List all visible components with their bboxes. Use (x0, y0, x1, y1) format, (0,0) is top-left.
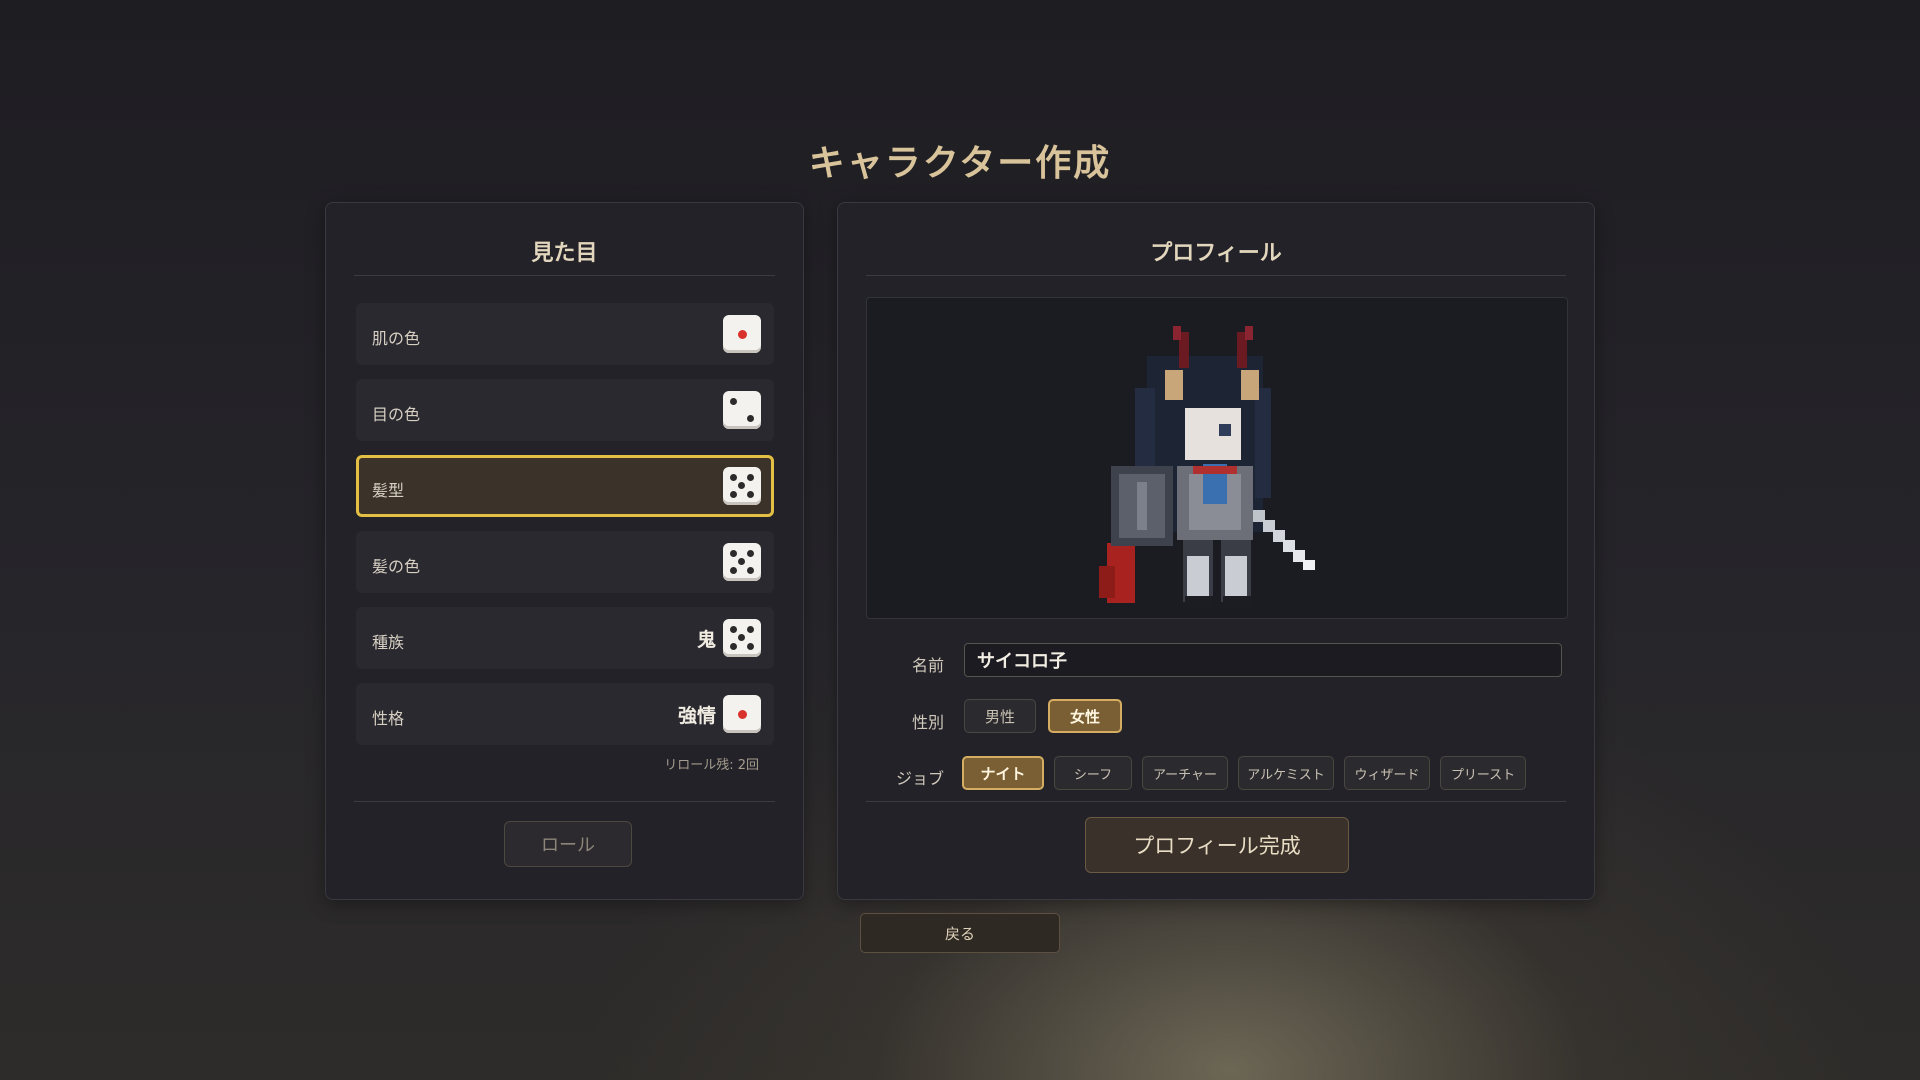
dice-icon[interactable] (723, 543, 761, 581)
row-value: 鬼 (696, 629, 716, 651)
roll-button[interactable]: ロール (504, 821, 632, 867)
dice-icon[interactable] (723, 391, 761, 429)
row-label: 性格 (372, 709, 405, 728)
name-input[interactable] (964, 643, 1562, 677)
dice-icon[interactable] (723, 315, 761, 353)
page-title: キャラクター作成 (808, 143, 1112, 184)
divider (866, 801, 1566, 802)
character-preview (866, 297, 1568, 619)
character-sprite (1099, 326, 1315, 608)
row-label: 肌の色 (372, 329, 421, 348)
job-option-wizard[interactable]: ウィザード (1344, 756, 1430, 790)
dice-icon[interactable] (723, 467, 761, 505)
job-option-archer[interactable]: アーチャー (1142, 756, 1228, 790)
row-label: 髪の色 (372, 557, 421, 576)
back-button[interactable]: 戻る (860, 913, 1060, 953)
job-option-alchemist[interactable]: アルケミスト (1238, 756, 1334, 790)
job-option-thief[interactable]: シーフ (1054, 756, 1132, 790)
appearance-panel: 見た目 肌の色 目の色 髪型 髪の色 種族 鬼 性格 強情 リロール残: 2回 … (325, 202, 804, 900)
reroll-remaining: リロール残: 2回 (664, 758, 759, 773)
appearance-header: 見た目 (354, 235, 775, 276)
appearance-row-personality[interactable]: 性格 強情 (356, 683, 774, 745)
gender-label: 性別 (912, 713, 945, 732)
gender-option-female[interactable]: 女性 (1048, 699, 1122, 733)
dice-icon[interactable] (723, 619, 761, 657)
complete-profile-button[interactable]: プロフィール完成 (1085, 817, 1349, 873)
job-option-knight[interactable]: ナイト (962, 756, 1044, 790)
profile-header: プロフィール (866, 235, 1566, 276)
profile-panel: プロフィール 名前 サイコロ子 性別 男性 女性 ジョブ ナイト シーフ アーチ… (837, 202, 1595, 900)
row-label: 目の色 (372, 405, 421, 424)
appearance-row-eye-color[interactable]: 目の色 (356, 379, 774, 441)
appearance-row-hair-color[interactable]: 髪の色 (356, 531, 774, 593)
job-option-priest[interactable]: プリースト (1440, 756, 1526, 790)
appearance-row-hairstyle[interactable]: 髪型 (356, 455, 774, 517)
appearance-row-race[interactable]: 種族 鬼 (356, 607, 774, 669)
appearance-row-skin-color[interactable]: 肌の色 (356, 303, 774, 365)
dice-icon[interactable] (723, 695, 761, 733)
divider (354, 801, 775, 802)
gender-option-male[interactable]: 男性 (964, 699, 1036, 733)
row-value: 強情 (677, 705, 716, 727)
name-label: 名前 (912, 656, 945, 675)
row-label: 髪型 (372, 481, 405, 500)
row-label: 種族 (372, 633, 405, 652)
job-label: ジョブ (896, 769, 945, 788)
